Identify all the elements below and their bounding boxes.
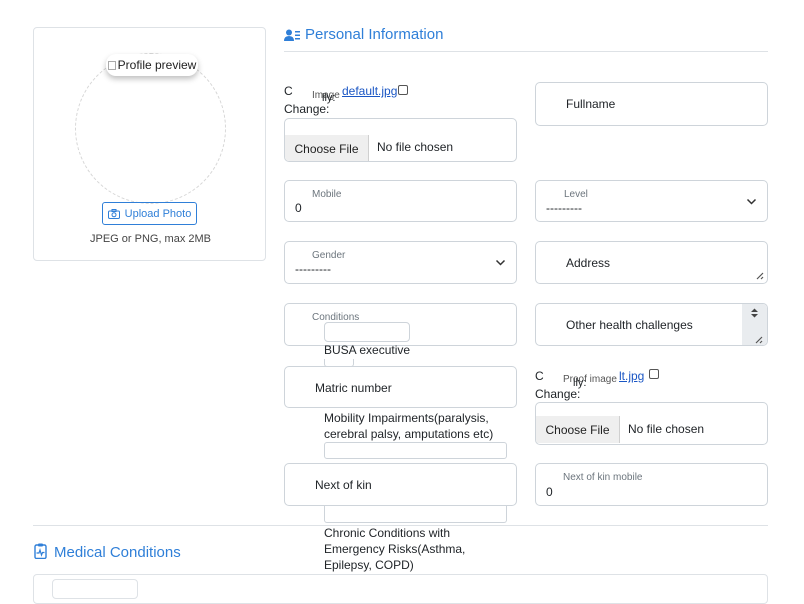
profile-card: Profile preview Upload Photo JPEG or PNG… [33, 27, 266, 261]
medical-conditions-card [33, 574, 768, 604]
section-divider [33, 525, 768, 526]
upload-photo-button[interactable]: Upload Photo [102, 202, 197, 225]
image-change-label: Change: [284, 102, 330, 116]
proof-no-file-text: No file chosen [628, 422, 705, 436]
matric-input[interactable]: Matric number [284, 366, 517, 408]
medical-conditions-title: Medical Conditions [54, 544, 181, 561]
scroll-arrows-icon[interactable] [750, 308, 759, 318]
gender-select[interactable]: Gender --------- [284, 241, 517, 284]
level-label: Level [564, 189, 588, 200]
level-value: --------- [546, 201, 582, 215]
next-of-kin-placeholder: Next of kin [315, 478, 372, 492]
condition-item-busa: BUSA executive [324, 343, 411, 357]
profile-image-alt: Profile preview [117, 58, 197, 72]
proof-currently-prefix: C [535, 369, 544, 383]
mobile-label: Mobile [312, 189, 342, 200]
chevron-down-icon [746, 198, 757, 205]
next-of-kin-input[interactable]: Next of kin [284, 463, 517, 506]
image-file-link[interactable]: default.jpg [342, 84, 397, 98]
image-no-file-text: No file chosen [377, 140, 454, 154]
medical-clipboard-icon [34, 543, 47, 559]
personal-info-title: Personal Information [305, 26, 444, 43]
condition-item-mobility: Mobility Impairments(paralysis, cerebral… [324, 411, 494, 441]
proof-file-link[interactable]: lt.jpg [619, 369, 644, 383]
proof-change-label: Change: [535, 387, 581, 401]
proof-clear-checkbox[interactable] [649, 369, 659, 379]
address-textarea[interactable]: Address [535, 241, 768, 284]
fullname-input[interactable]: Fullname [535, 82, 768, 126]
resize-handle-icon[interactable] [753, 334, 763, 344]
condition-checkbox-box[interactable] [324, 359, 354, 367]
gender-value: --------- [295, 262, 331, 276]
condition-checkbox-box[interactable] [324, 442, 507, 459]
fullname-placeholder: Fullname [566, 97, 616, 111]
other-health-textarea[interactable]: Other health challenges [535, 303, 768, 346]
next-of-kin-mobile-input[interactable]: Next of kin mobile 0 [535, 463, 768, 506]
resize-handle-icon[interactable] [754, 270, 764, 280]
level-select[interactable]: Level --------- [535, 180, 768, 222]
profile-preview-image: Profile preview [106, 54, 198, 76]
image-choose-file-button[interactable]: Choose File [285, 135, 369, 161]
matric-placeholder: Matric number [315, 381, 392, 395]
upload-photo-label: Upload Photo [124, 207, 192, 220]
upload-hint: JPEG or PNG, max 2MB [89, 233, 212, 245]
camera-icon [107, 208, 120, 219]
user-card-icon [284, 29, 300, 41]
image-clear-checkbox[interactable] [398, 85, 408, 95]
proof-label: Proof image [563, 374, 617, 385]
condition-checkbox-box[interactable] [324, 506, 507, 523]
condition-item-chronic: Chronic Conditions with Emergency Risks(… [324, 526, 466, 572]
other-health-placeholder: Other health challenges [566, 318, 693, 332]
image-file-input[interactable]: Choose File No file chosen [284, 118, 517, 162]
medical-inner-box [52, 579, 138, 599]
image-currently-prefix: C [284, 84, 293, 98]
mobile-value: 0 [295, 201, 302, 215]
next-of-kin-mobile-value: 0 [546, 485, 553, 499]
next-of-kin-mobile-label: Next of kin mobile [563, 472, 643, 483]
chevron-down-icon [495, 259, 506, 266]
address-placeholder: Address [566, 256, 611, 270]
proof-image-field: C Proof image lly: lt.jpg Change: Choose… [535, 367, 768, 445]
broken-image-icon [107, 60, 116, 70]
condition-checkbox-box[interactable] [324, 322, 410, 342]
textarea-scrollbar[interactable] [742, 304, 767, 345]
image-field: C Image lly: default.jpg Change: Choose … [284, 83, 517, 163]
personal-info-header: Personal Information [284, 26, 768, 52]
proof-choose-file-button[interactable]: Choose File [536, 416, 620, 443]
proof-file-input[interactable]: Choose File No file chosen [535, 402, 768, 445]
gender-label: Gender [312, 250, 346, 261]
mobile-input[interactable]: Mobile 0 [284, 180, 517, 222]
